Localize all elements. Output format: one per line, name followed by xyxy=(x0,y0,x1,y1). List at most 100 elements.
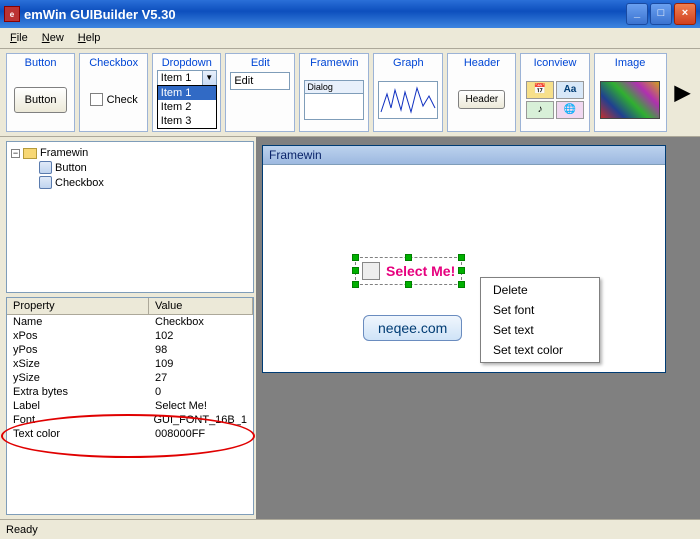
palette-group-checkbox[interactable]: Checkbox Check xyxy=(79,53,148,132)
earth-icon: 🌐 xyxy=(556,101,584,119)
palette-group-button[interactable]: Button Button xyxy=(6,53,75,132)
image-widget-preview[interactable] xyxy=(600,81,660,119)
palette-header: Framewin xyxy=(302,56,366,70)
palette-group-image[interactable]: Image xyxy=(594,53,667,132)
palette-header: Edit xyxy=(228,56,292,70)
resize-handle[interactable] xyxy=(352,267,359,274)
menu-file[interactable]: File xyxy=(4,30,34,46)
prop-row[interactable]: LabelSelect Me! xyxy=(7,399,253,413)
properties-header: Property Value xyxy=(7,298,253,315)
main-area: − Framewin Button Checkbox Property Valu… xyxy=(0,137,700,519)
selected-checkbox-widget[interactable]: Select Me! xyxy=(355,257,462,285)
palette-group-graph[interactable]: Graph xyxy=(373,53,443,132)
design-framewin-title: Framewin xyxy=(263,146,665,165)
menubar: File New Help xyxy=(0,28,700,49)
framewin-preview-title: Dialog xyxy=(305,81,363,94)
palette-group-dropdown[interactable]: Dropdown Item 1 ▼ Item 1 Item 2 Item 3 xyxy=(152,53,221,132)
dropdown-option[interactable]: Item 2 xyxy=(158,100,216,114)
resize-handle[interactable] xyxy=(458,254,465,261)
prop-row[interactable]: ySize27 xyxy=(7,371,253,385)
checkbox-box[interactable] xyxy=(362,262,380,280)
prop-row[interactable]: xSize109 xyxy=(7,357,253,371)
resize-handle[interactable] xyxy=(352,281,359,288)
palette-header: Button xyxy=(9,56,72,70)
resize-handle[interactable] xyxy=(352,254,359,261)
tree-node-button[interactable]: Button xyxy=(11,160,249,175)
chevron-down-icon[interactable]: ▼ xyxy=(202,71,216,85)
prop-row[interactable]: Extra bytes0 xyxy=(7,385,253,399)
button-widget-preview[interactable]: Button xyxy=(14,87,68,113)
statusbar: Ready xyxy=(0,519,700,539)
palette-group-framewin[interactable]: Framewin Dialog xyxy=(299,53,369,132)
checkbox-widget-preview[interactable]: Check xyxy=(90,93,138,106)
window-title: emWin GUIBuilder V5.30 xyxy=(24,7,626,22)
left-column: − Framewin Button Checkbox Property Valu… xyxy=(0,137,256,519)
framewin-widget-preview[interactable]: Dialog xyxy=(304,80,364,120)
tree-label: Framewin xyxy=(40,147,88,159)
resize-handle[interactable] xyxy=(405,281,412,288)
palette-group-header[interactable]: Header Header xyxy=(447,53,516,132)
header-widget-preview[interactable]: Header xyxy=(458,90,505,109)
tree-collapse-icon[interactable]: − xyxy=(11,149,20,158)
close-button[interactable]: × xyxy=(674,3,696,25)
properties-col-value[interactable]: Value xyxy=(149,298,253,314)
properties-panel: Property Value NameCheckbox xPos102 yPos… xyxy=(6,297,254,515)
palette-header: Checkbox xyxy=(82,56,145,70)
palette-header: Dropdown xyxy=(155,56,218,70)
folder-icon xyxy=(23,148,37,159)
widget-palette: Button Button Checkbox Check Dropdown It… xyxy=(0,49,700,137)
prop-row[interactable]: xPos102 xyxy=(7,329,253,343)
tree-label: Checkbox xyxy=(55,177,104,189)
calendar-icon: 📅 xyxy=(526,81,554,99)
dropdown-option[interactable]: Item 1 xyxy=(158,86,216,100)
menu-help[interactable]: Help xyxy=(72,30,107,46)
widget-icon xyxy=(39,161,52,174)
status-text: Ready xyxy=(6,524,38,536)
dropdown-selected: Item 1 xyxy=(158,71,202,85)
prop-row[interactable]: Text color008000FF xyxy=(7,427,253,441)
checkbox-label: Check xyxy=(107,94,138,106)
dropdown-widget-preview[interactable]: Item 1 ▼ xyxy=(157,70,217,86)
palette-header: Header xyxy=(450,56,513,70)
widget-tree[interactable]: − Framewin Button Checkbox xyxy=(6,141,254,293)
maximize-button[interactable]: □ xyxy=(650,3,672,25)
window-buttons: _ □ × xyxy=(626,3,696,25)
graph-widget-preview[interactable] xyxy=(378,81,438,119)
music-icon: ♪ xyxy=(526,101,554,119)
palette-header: Image xyxy=(597,56,664,70)
checkbox-label: Select Me! xyxy=(386,263,455,279)
palette-header: Iconview xyxy=(523,56,586,70)
dropdown-option[interactable]: Item 3 xyxy=(158,114,216,128)
prop-row[interactable]: FontGUI_FONT_16B_1 xyxy=(7,413,253,427)
ctx-delete[interactable]: Delete xyxy=(481,280,599,300)
minimize-button[interactable]: _ xyxy=(626,3,648,25)
menu-new[interactable]: New xyxy=(36,30,70,46)
app-icon: e xyxy=(4,6,20,22)
design-canvas[interactable]: Framewin Select Me! neqee.com xyxy=(256,137,700,519)
palette-scroll-right[interactable]: ▶ xyxy=(671,80,694,105)
prop-row[interactable]: yPos98 xyxy=(7,343,253,357)
ctx-set-font[interactable]: Set font xyxy=(481,300,599,320)
dropdown-list: Item 1 Item 2 Item 3 xyxy=(157,85,217,129)
tree-node-checkbox[interactable]: Checkbox xyxy=(11,175,249,190)
design-framewin[interactable]: Framewin Select Me! neqee.com xyxy=(262,145,666,373)
resize-handle[interactable] xyxy=(405,254,412,261)
palette-group-iconview[interactable]: Iconview 📅 Aa ♪ 🌐 xyxy=(520,53,589,132)
tree-label: Button xyxy=(55,162,87,174)
edit-widget-preview[interactable]: Edit xyxy=(230,72,290,90)
tree-node-framewin[interactable]: − Framewin xyxy=(11,146,249,160)
iconview-widget-preview[interactable]: 📅 Aa ♪ 🌐 xyxy=(526,81,584,119)
design-content[interactable]: Select Me! neqee.com xyxy=(263,165,665,372)
ctx-set-text[interactable]: Set text xyxy=(481,320,599,340)
design-button-widget[interactable]: neqee.com xyxy=(363,315,462,341)
context-menu: Delete Set font Set text Set text color xyxy=(480,277,600,363)
titlebar: e emWin GUIBuilder V5.30 _ □ × xyxy=(0,0,700,28)
palette-group-edit[interactable]: Edit Edit xyxy=(225,53,295,132)
palette-header: Graph xyxy=(376,56,440,70)
ctx-set-text-color[interactable]: Set text color xyxy=(481,340,599,360)
resize-handle[interactable] xyxy=(458,267,465,274)
resize-handle[interactable] xyxy=(458,281,465,288)
graph-line-icon xyxy=(379,82,439,120)
properties-col-property[interactable]: Property xyxy=(7,298,149,314)
prop-row[interactable]: NameCheckbox xyxy=(7,315,253,329)
